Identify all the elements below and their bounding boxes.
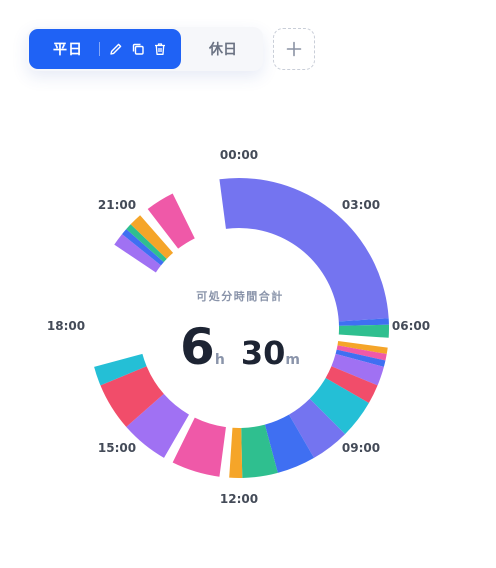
- dial-segment-0[interactable]: [219, 178, 239, 229]
- hour-label-18: 18:00: [47, 319, 85, 333]
- total-free-time-value: 6h 30m: [140, 318, 340, 376]
- minutes-unit: m: [285, 352, 300, 368]
- hour-label-09: 09:00: [342, 441, 380, 455]
- hour-label-00: 00:00: [220, 148, 258, 162]
- time-dial-chart: 00:00 03:00 06:00 09:00 12:00 15:00 18:0…: [47, 148, 430, 506]
- hour-label-06: 06:00: [392, 319, 430, 333]
- minutes-value: 30: [240, 334, 286, 372]
- hours-unit: h: [214, 352, 225, 368]
- total-free-time: 可処分時間合計 6h 30m: [140, 288, 340, 376]
- hour-label-21: 21:00: [98, 198, 136, 212]
- dial-segment-3[interactable]: [338, 324, 389, 338]
- hours-value: 6: [180, 318, 215, 376]
- hour-label-12: 12:00: [220, 492, 258, 506]
- hour-label-03: 03:00: [342, 198, 380, 212]
- total-free-time-caption: 可処分時間合計: [196, 290, 284, 303]
- dial-segment-13[interactable]: [229, 427, 243, 478]
- hour-label-15: 15:00: [98, 441, 136, 455]
